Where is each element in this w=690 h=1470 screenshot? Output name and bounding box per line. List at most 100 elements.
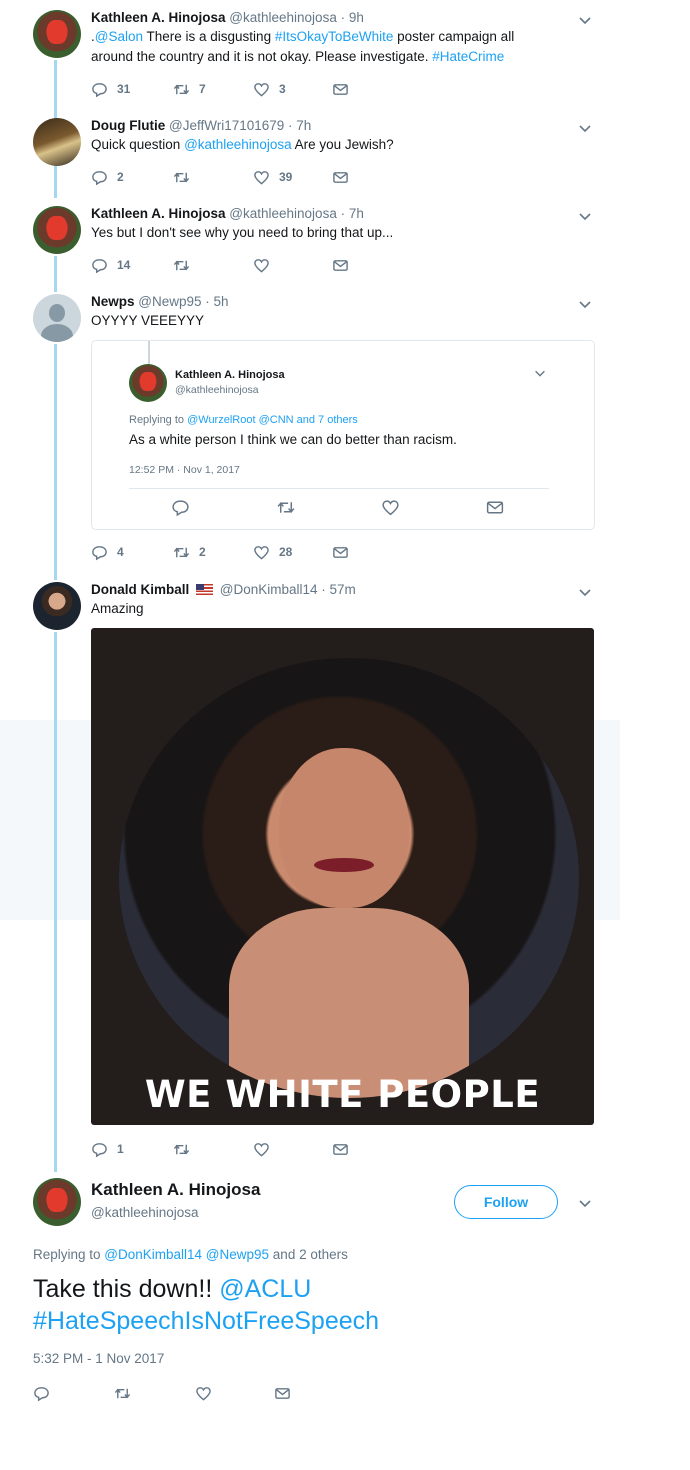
- reply-button[interactable]: 1: [91, 1139, 124, 1159]
- chevron-down-icon[interactable]: [577, 12, 593, 28]
- tweet-text: Yes but I don't see why you need to brin…: [91, 223, 551, 243]
- text-segment: There is a disgusting: [143, 29, 275, 44]
- user-name[interactable]: Doug Flutie: [91, 118, 165, 133]
- retweet-icon: [173, 547, 190, 557]
- envelope-icon: [333, 171, 348, 183]
- reply-icon: [34, 1386, 49, 1401]
- like-count: 28: [279, 545, 293, 559]
- user-name[interactable]: Donald Kimball: [91, 582, 189, 597]
- reply-icon[interactable]: [171, 498, 190, 522]
- main-user-name[interactable]: Kathleen A. Hinojosa: [91, 1180, 260, 1200]
- tweet-header: Donald Kimball @DonKimball14 · 57m: [91, 582, 356, 597]
- dm-button[interactable]: [274, 1383, 291, 1403]
- tweet-text: Amazing: [91, 599, 551, 619]
- chevron-down-icon[interactable]: [577, 296, 593, 312]
- user-handle-time[interactable]: @Newp95 · 5h: [138, 294, 228, 309]
- quoted-tweet-card[interactable]: Kathleen A. Hinojosa @kathleehinojosa Re…: [91, 340, 595, 530]
- user-handle-time[interactable]: @kathleehinojosa · 9h: [229, 10, 364, 25]
- tweet[interactable]: Kathleen A. Hinojosa @kathleehinojosa · …: [0, 198, 690, 288]
- retweet-button[interactable]: [114, 1383, 131, 1403]
- reply-button[interactable]: [33, 1383, 50, 1403]
- retweet-button[interactable]: [173, 1139, 199, 1159]
- quote-actions: [92, 498, 594, 518]
- like-button[interactable]: [253, 1139, 279, 1159]
- dm-button[interactable]: [332, 79, 349, 99]
- main-user-handle[interactable]: @kathleehinojosa: [91, 1205, 199, 1220]
- avatar[interactable]: [33, 294, 81, 342]
- tweet[interactable]: Doug Flutie @JeffWri17101679 · 7h Quick …: [0, 110, 690, 200]
- quote-user-name[interactable]: Kathleen A. Hinojosa: [175, 369, 285, 381]
- avatar[interactable]: [33, 10, 81, 58]
- dm-button[interactable]: [332, 542, 349, 562]
- avatar[interactable]: [33, 582, 81, 630]
- tweet-media-image[interactable]: WE WHITE PEOPLE: [91, 628, 594, 1125]
- reply-button[interactable]: 31: [91, 79, 130, 99]
- chevron-down-icon[interactable]: [533, 366, 547, 380]
- retweet-button[interactable]: 2: [173, 542, 206, 562]
- reply-icon: [92, 1142, 107, 1157]
- like-button[interactable]: [195, 1383, 212, 1403]
- quote-time: 12:52 PM · Nov 1, 2017: [129, 464, 240, 476]
- hashtag-link[interactable]: #HateSpeechIsNotFreeSpeech: [33, 1307, 379, 1335]
- user-handle-time[interactable]: @kathleehinojosa · 7h: [229, 206, 364, 221]
- reply-button[interactable]: 2: [91, 167, 124, 187]
- text-segment: Amazing: [91, 601, 144, 616]
- hashtag-link[interactable]: #ItsOkayToBeWhite: [275, 29, 394, 44]
- main-timestamp[interactable]: 5:32 PM - 1 Nov 2017: [33, 1351, 164, 1366]
- user-name[interactable]: Newps: [91, 294, 135, 309]
- tweet[interactable]: Kathleen A. Hinojosa @kathleehinojosa · …: [0, 0, 690, 100]
- like-button[interactable]: [253, 255, 279, 275]
- chevron-down-icon[interactable]: [577, 208, 593, 224]
- retweet-icon: [173, 1144, 190, 1154]
- text-segment: Take this down!!: [33, 1275, 220, 1303]
- text-segment: Quick question: [91, 137, 185, 152]
- heart-icon: [254, 1142, 269, 1157]
- avatar[interactable]: [33, 206, 81, 254]
- avatar[interactable]: [33, 1178, 81, 1226]
- replying-suffix[interactable]: and 2 others: [269, 1247, 348, 1262]
- user-name[interactable]: Kathleen A. Hinojosa: [91, 206, 226, 221]
- heart-icon: [254, 258, 269, 273]
- reply-count: 4: [117, 545, 124, 559]
- dm-button[interactable]: [332, 255, 349, 275]
- retweet-button[interactable]: 7: [173, 79, 206, 99]
- chevron-down-icon[interactable]: [577, 1195, 593, 1211]
- dm-button[interactable]: [332, 1139, 349, 1159]
- hashtag-link[interactable]: #HateCrime: [432, 49, 504, 64]
- reply-button[interactable]: 14: [91, 255, 130, 275]
- chevron-down-icon[interactable]: [577, 584, 593, 600]
- tweet-header: Kathleen A. Hinojosa @kathleehinojosa · …: [91, 10, 364, 25]
- like-button[interactable]: 3: [253, 79, 286, 99]
- user-handle-time[interactable]: @JeffWri17101679 · 7h: [169, 118, 311, 133]
- like-button[interactable]: 28: [253, 542, 292, 562]
- retweet-icon[interactable]: [275, 498, 297, 522]
- user-name[interactable]: Kathleen A. Hinojosa: [91, 10, 226, 25]
- replying-links[interactable]: @WurzelRoot @CNN and 7 others: [187, 414, 358, 426]
- replying-links[interactable]: @DonKimball14 @Newp95: [104, 1247, 269, 1262]
- retweet-button[interactable]: [173, 255, 199, 275]
- quote-text: As a white person I think we can do bett…: [129, 432, 457, 447]
- tweet-text: OYYYY VEEEYYY: [91, 311, 551, 331]
- heart-icon: [254, 82, 269, 97]
- reply-button[interactable]: 4: [91, 542, 124, 562]
- heart-icon: [254, 170, 269, 185]
- chevron-down-icon[interactable]: [577, 120, 593, 136]
- avatar[interactable]: [129, 364, 167, 402]
- replying-prefix: Replying to: [33, 1247, 105, 1262]
- like-button[interactable]: 39: [253, 167, 292, 187]
- dm-button[interactable]: [332, 167, 349, 187]
- mention-link[interactable]: @Salon: [95, 29, 143, 44]
- follow-button[interactable]: Follow: [454, 1185, 558, 1219]
- retweet-button[interactable]: [173, 167, 199, 187]
- reply-icon: [92, 258, 107, 273]
- quote-user-handle[interactable]: @kathleehinojosa: [175, 384, 259, 396]
- tweet-text: .@Salon There is a disgusting #ItsOkayTo…: [91, 27, 551, 67]
- tweet-header: Kathleen A. Hinojosa @kathleehinojosa · …: [91, 206, 364, 221]
- mention-link[interactable]: @kathleehinojosa: [184, 137, 292, 152]
- mention-link[interactable]: @ACLU: [219, 1275, 311, 1303]
- user-handle-time[interactable]: @DonKimball14 · 57m: [220, 582, 356, 597]
- avatar[interactable]: [33, 118, 81, 166]
- heart-icon[interactable]: [381, 498, 400, 522]
- retweet-icon: [173, 84, 190, 94]
- envelope-icon[interactable]: [485, 498, 505, 522]
